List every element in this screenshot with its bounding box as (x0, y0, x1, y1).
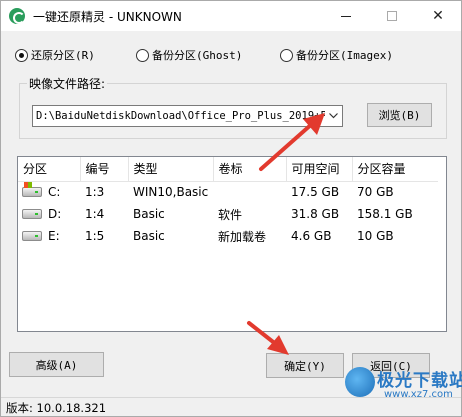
radio-indicator[interactable] (136, 48, 149, 62)
minimize-icon (341, 15, 351, 17)
image-path-label: 映像文件路径: (27, 75, 108, 92)
close-button[interactable]: ✕ (415, 1, 461, 31)
radio-indicator[interactable] (280, 48, 293, 62)
cell-type: Basic (133, 207, 165, 221)
radio-backup-imagex[interactable]: 备份分区(Imagex) (280, 47, 393, 63)
annotation-arrow-icon (259, 113, 325, 171)
minimize-button[interactable] (323, 1, 369, 31)
annotation-arrow-icon (247, 321, 289, 355)
table-row[interactable]: E: 1:5 Basic 新加载卷 4.6 GB 10 GB (18, 225, 438, 247)
cell-drive: E: (18, 225, 80, 247)
app-logo-icon (9, 8, 25, 24)
cell-capacity: 158.1 GB (357, 207, 413, 221)
column-header-capacity[interactable]: 分区容量 (352, 157, 438, 182)
column-header-type[interactable]: 类型 (128, 157, 214, 182)
cell-label (213, 181, 286, 203)
back-button[interactable]: 返回(C) (352, 353, 430, 378)
cell-label: 软件 (218, 207, 243, 222)
radio-label: 还原分区(R) (31, 49, 95, 62)
status-bar: 版本: 10.0.18.321 (1, 397, 461, 416)
cell-number: 1:5 (85, 229, 105, 243)
close-icon: ✕ (432, 8, 444, 24)
window-title: 一键还原精灵 - UNKNOWN (33, 10, 182, 24)
advanced-button[interactable]: 高级(A) (9, 352, 104, 377)
title-bar[interactable]: 一键还原精灵 - UNKNOWN ✕ (1, 1, 461, 31)
cell-type: WIN10,Basic (133, 185, 209, 200)
table-row[interactable]: C: 1:3 WIN10,Basic 17.5 GB 70 GB (18, 181, 438, 203)
cell-free-space: 31.8 GB (291, 207, 340, 221)
app-window: 一键还原精灵 - UNKNOWN ✕ 还原分区(R) 备份分区(Ghost) 备… (0, 0, 462, 417)
partition-table[interactable]: 分区 编号 类型 卷标 可用空间 分区容量 C: 1:3 WIN10,Basic… (17, 156, 447, 332)
cell-number: 1:3 (85, 185, 105, 200)
radio-restore-partition[interactable]: 还原分区(R) (15, 47, 95, 63)
drive-icon (22, 230, 42, 241)
version-text: 版本: 10.0.18.321 (6, 401, 107, 415)
cell-free-space: 17.5 GB (291, 185, 340, 200)
table-row[interactable]: D: 1:4 Basic 软件 31.8 GB 158.1 GB (18, 203, 438, 225)
cell-free-space: 4.6 GB (291, 229, 332, 243)
maximize-icon (387, 11, 397, 21)
cell-drive: D: (18, 203, 80, 225)
radio-backup-ghost[interactable]: 备份分区(Ghost) (136, 47, 242, 63)
cell-drive: C: (18, 181, 80, 203)
system-drive-icon (22, 181, 42, 197)
radio-label: 备份分区(Imagex) (296, 49, 393, 62)
radio-indicator[interactable] (15, 48, 28, 62)
cell-capacity: 70 GB (357, 185, 394, 200)
cell-type: Basic (133, 229, 165, 243)
radio-label: 备份分区(Ghost) (152, 49, 243, 62)
cell-label: 新加载卷 (218, 229, 267, 244)
column-header-partition[interactable]: 分区 (18, 157, 81, 182)
maximize-button (369, 1, 415, 31)
table-header-row: 分区 编号 类型 卷标 可用空间 分区容量 (18, 157, 438, 182)
cell-number: 1:4 (85, 207, 105, 221)
column-header-number[interactable]: 编号 (80, 157, 129, 182)
browse-button[interactable]: 浏览(B) (367, 103, 432, 127)
drive-icon (22, 208, 42, 219)
cell-capacity: 10 GB (357, 229, 394, 243)
